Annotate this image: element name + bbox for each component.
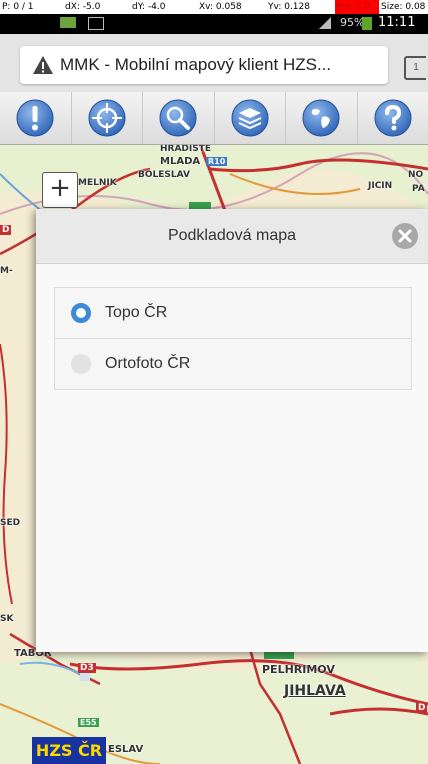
map-label-no: NO bbox=[408, 170, 424, 180]
map-label-pa: PA bbox=[412, 184, 425, 194]
map-label-pelhrimov: PELHRIMOV bbox=[262, 663, 335, 676]
map-label-jihlava: JIHLAVA bbox=[284, 683, 346, 699]
map-label-r10: R10 bbox=[206, 157, 228, 166]
close-icon[interactable] bbox=[390, 221, 420, 251]
debug-dy: dY: -4.0 bbox=[132, 2, 166, 12]
image-notification-icon bbox=[88, 17, 104, 30]
debug-pressure: Prs: 1.0 bbox=[335, 0, 379, 14]
debug-dx: dX: -5.0 bbox=[65, 2, 101, 12]
help-button[interactable] bbox=[358, 92, 428, 144]
option-ortofoto[interactable]: Ortofoto ČR bbox=[55, 339, 411, 389]
base-map-options: Topo ČR Ortofoto ČR bbox=[54, 287, 412, 390]
map-label-melnik: MELNIK bbox=[78, 178, 117, 188]
debug-size: Size: 0.08 bbox=[381, 2, 426, 12]
locate-button[interactable] bbox=[72, 92, 143, 144]
map-label-eslav: ESLAV bbox=[108, 744, 144, 755]
base-map-dialog: Podkladová mapa Topo ČR Ortofoto ČR bbox=[36, 209, 428, 652]
pointer-location-overlay: P: 0 / 1 dX: -5.0 dY: -4.0 Xv: 0.058 Yv:… bbox=[0, 0, 428, 14]
battery-icon bbox=[362, 17, 372, 30]
warning-icon bbox=[33, 56, 53, 74]
battery-percent: 95% bbox=[340, 16, 365, 29]
layers-icon bbox=[231, 99, 269, 137]
signal-icon bbox=[319, 17, 331, 29]
status-clock: 11:11 bbox=[378, 15, 416, 30]
exclamation-icon bbox=[16, 99, 54, 137]
page-title: MMK - Mobilní mapový klient HZS... bbox=[60, 55, 332, 74]
dialog-title: Podkladová mapa bbox=[167, 227, 297, 244]
map-label-sk: SK bbox=[0, 614, 14, 624]
map-label-sed: SED bbox=[0, 518, 21, 528]
map-toolbar bbox=[0, 92, 428, 145]
map-label-jicin: JICIN bbox=[368, 181, 393, 191]
radio-selected[interactable] bbox=[71, 303, 91, 323]
globe-icon bbox=[302, 99, 340, 137]
map-label-m: M- bbox=[0, 266, 13, 276]
map-label-d3: D3 bbox=[78, 663, 96, 673]
layers-button[interactable] bbox=[215, 92, 286, 144]
info-button[interactable] bbox=[0, 92, 72, 144]
url-bar[interactable]: MMK - Mobilní mapový klient HZS... bbox=[20, 46, 388, 84]
option-topo[interactable]: Topo ČR bbox=[55, 288, 411, 339]
brand-badge: HZS ČR bbox=[32, 737, 106, 764]
radio-unselected[interactable] bbox=[71, 354, 91, 374]
screen: P: 0 / 1 dX: -5.0 dY: -4.0 Xv: 0.058 Yv:… bbox=[0, 0, 428, 764]
map-label-d-east: D bbox=[416, 703, 428, 713]
magnifier-icon bbox=[159, 99, 197, 137]
map-label-mlada: MLADA bbox=[160, 156, 201, 167]
debug-xv: Xv: 0.058 bbox=[199, 2, 242, 12]
zoom-in-button[interactable]: + bbox=[42, 172, 78, 208]
map-label-boleslav: BOLESLAV bbox=[138, 170, 190, 180]
map-label-hradiste: HRADISTE bbox=[160, 144, 212, 154]
debug-yv: Yv: 0.128 bbox=[268, 2, 310, 12]
tab-switcher-button[interactable]: 1 bbox=[404, 56, 426, 80]
option-label: Topo ČR bbox=[105, 304, 168, 321]
notification-icon bbox=[60, 17, 76, 28]
debug-pointer: P: 0 / 1 bbox=[2, 2, 34, 12]
map-label-e55: E55 bbox=[78, 718, 99, 727]
crosshair-icon bbox=[88, 99, 126, 137]
option-label: Ortofoto ČR bbox=[105, 355, 191, 372]
map-label-d: D bbox=[0, 225, 12, 235]
search-button[interactable] bbox=[143, 92, 215, 144]
dialog-header: Podkladová mapa bbox=[36, 209, 428, 264]
status-bar: 95% 11:11 bbox=[0, 14, 428, 34]
question-icon bbox=[374, 99, 412, 137]
browser-toolbar: MMK - Mobilní mapový klient HZS... 1 bbox=[0, 34, 428, 92]
globe-button[interactable] bbox=[286, 92, 358, 144]
